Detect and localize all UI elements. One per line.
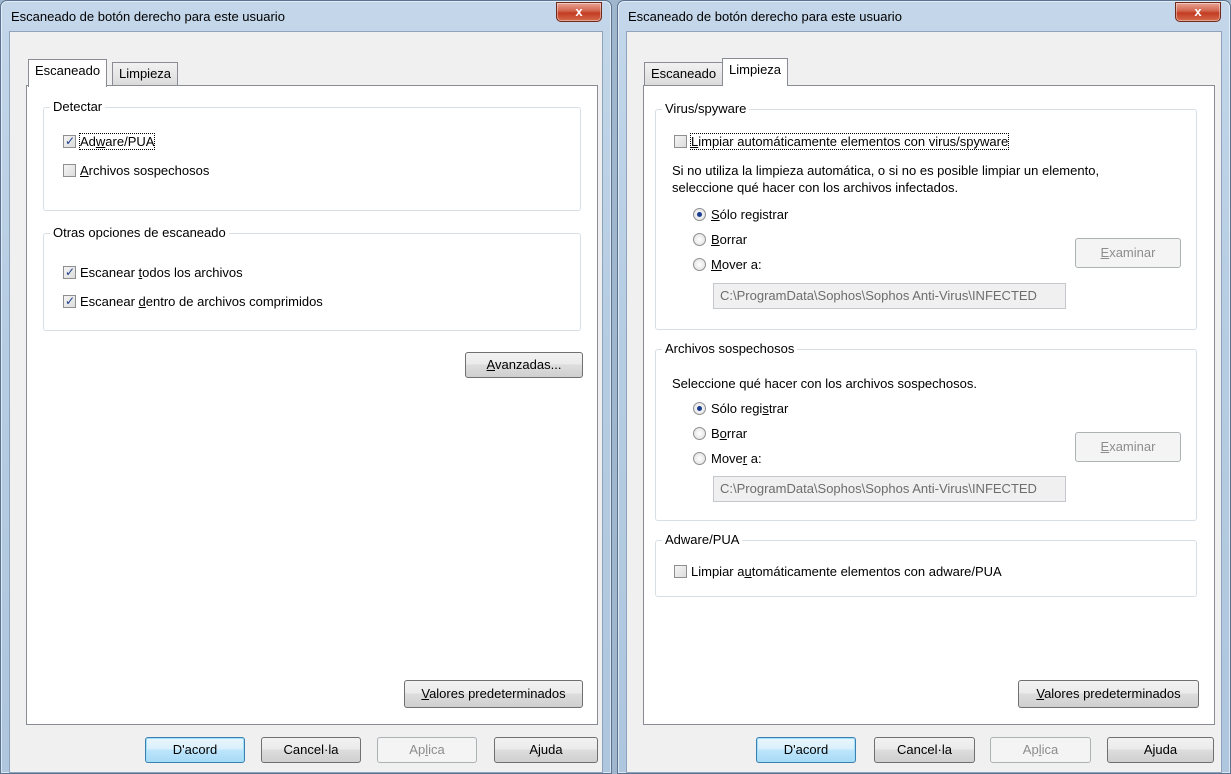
radio-borrar[interactable]: Borrar	[693, 232, 747, 248]
tab-panel: Detectar Adware/PUA Archivos sospechosos…	[26, 85, 598, 725]
tab-label: Limpieza	[729, 62, 782, 77]
advanced-button[interactable]: Avanzadas...	[465, 352, 583, 378]
checkbox-label: Archivos sospechosos	[80, 163, 210, 178]
radio-borrar-sospechosos[interactable]: Borrar	[693, 426, 747, 442]
radio-unselected-icon	[693, 258, 706, 271]
suspicious-description: Seleccione qué hacer con los archivos so…	[672, 376, 977, 391]
checkbox-unchecked-icon	[674, 565, 687, 578]
virus-description-line1: Si no utiliza la limpieza automática, o …	[672, 163, 1100, 178]
radio-solo-registrar[interactable]: Sólo registrar	[693, 207, 788, 223]
radio-unselected-icon	[693, 233, 706, 246]
radio-label: Sólo registrar	[711, 401, 789, 416]
window-title: Escaneado de botón derecho para este usu…	[628, 9, 902, 24]
checkbox-label: Adware/PUA	[78, 133, 156, 150]
checkbox-label: Escanear dentro de archivos comprimidos	[80, 294, 323, 309]
apply-button[interactable]: Aplica	[990, 737, 1091, 763]
window-title: Escaneado de botón derecho para este usu…	[11, 9, 285, 24]
checkbox-adware[interactable]: Adware/PUA	[63, 133, 156, 150]
radio-label: Sólo registrar	[711, 207, 789, 222]
radio-label: Borrar	[711, 426, 748, 441]
close-button[interactable]: x	[556, 2, 602, 22]
radio-label: Borrar	[711, 232, 748, 247]
checkbox-unchecked-icon	[674, 135, 687, 148]
defaults-button[interactable]: Valores predeterminados	[1018, 680, 1199, 708]
checkbox-label: Limpiar automáticamente elementos con ad…	[691, 564, 1002, 579]
tab-escaneado[interactable]: Escaneado	[644, 62, 724, 85]
group-otras-opciones: Otras opciones de escaneado	[43, 225, 581, 331]
group-legend: Virus/spyware	[662, 101, 750, 117]
move-path-field-sospechosos[interactable]: C:\ProgramData\Sophos\Sophos Anti-Virus\…	[713, 476, 1066, 502]
cancel-button[interactable]: Cancel·la	[874, 737, 975, 763]
tab-label: Limpieza	[119, 66, 172, 81]
checkbox-limpiar-adware[interactable]: Limpiar automáticamente elementos con ad…	[674, 564, 1002, 580]
dialog-window-scan-tab: Escaneado de botón derecho para este usu…	[0, 0, 612, 774]
group-legend: Archivos sospechosos	[662, 341, 798, 357]
move-path-field[interactable]: C:\ProgramData\Sophos\Sophos Anti-Virus\…	[713, 283, 1066, 309]
tab-limpieza[interactable]: Limpieza	[722, 58, 789, 86]
checkbox-checked-icon	[63, 133, 76, 149]
checkbox-checked-icon	[63, 293, 76, 309]
ok-button[interactable]: D'acord	[756, 737, 856, 763]
checkbox-limpiar-virus[interactable]: Limpiar automáticamente elementos con vi…	[674, 133, 1010, 150]
radio-selected-icon	[693, 208, 706, 221]
apply-button[interactable]: Aplica	[377, 737, 477, 763]
group-detectar: Detectar	[43, 99, 581, 211]
browse-button[interactable]: Examinar	[1075, 238, 1181, 268]
defaults-button[interactable]: Valores predeterminados	[404, 680, 583, 708]
tab-panel: Virus/spyware Limpiar automáticamente el…	[643, 85, 1215, 725]
checkbox-label: Limpiar automáticamente elementos con vi…	[689, 133, 1010, 150]
virus-description-line2: seleccione qué hacer con los archivos in…	[672, 180, 959, 195]
radio-label: Mover a:	[711, 257, 762, 272]
cancel-button[interactable]: Cancel·la	[261, 737, 361, 763]
radio-selected-icon	[693, 402, 706, 415]
checkbox-checked-icon	[63, 264, 76, 280]
checkbox-escanear-comprimidos[interactable]: Escanear dentro de archivos comprimidos	[63, 293, 323, 310]
radio-mover[interactable]: Mover a:	[693, 257, 762, 273]
radio-unselected-icon	[693, 427, 706, 440]
close-button[interactable]: x	[1175, 2, 1221, 22]
browse-button-sospechosos[interactable]: Examinar	[1075, 432, 1181, 462]
tab-label: Escaneado	[651, 66, 717, 81]
tab-limpieza[interactable]: Limpieza	[112, 62, 179, 85]
tab-escaneado[interactable]: Escaneado	[28, 59, 108, 87]
group-legend: Detectar	[50, 99, 106, 115]
radio-label: Mover a:	[711, 451, 762, 466]
group-legend: Otras opciones de escaneado	[50, 225, 229, 241]
ok-button[interactable]: D'acord	[145, 737, 245, 763]
checkbox-archivos-sospechosos[interactable]: Archivos sospechosos	[63, 163, 209, 179]
close-icon: x	[575, 4, 583, 19]
radio-mover-sospechosos[interactable]: Mover a:	[693, 451, 762, 467]
checkbox-label: Escanear todos los archivos	[80, 265, 243, 280]
checkbox-unchecked-icon	[63, 164, 76, 177]
radio-solo-registrar-sospechosos[interactable]: Sólo registrar	[693, 401, 788, 417]
help-button[interactable]: Ajuda	[1107, 737, 1214, 763]
checkbox-escanear-todos[interactable]: Escanear todos los archivos	[63, 264, 243, 281]
tab-label: Escaneado	[35, 63, 101, 78]
radio-unselected-icon	[693, 452, 706, 465]
group-legend: Adware/PUA	[662, 532, 743, 548]
dialog-window-clean-tab: Escaneado de botón derecho para este usu…	[617, 0, 1231, 774]
close-icon: x	[1194, 4, 1202, 19]
help-button[interactable]: Ajuda	[494, 737, 598, 763]
